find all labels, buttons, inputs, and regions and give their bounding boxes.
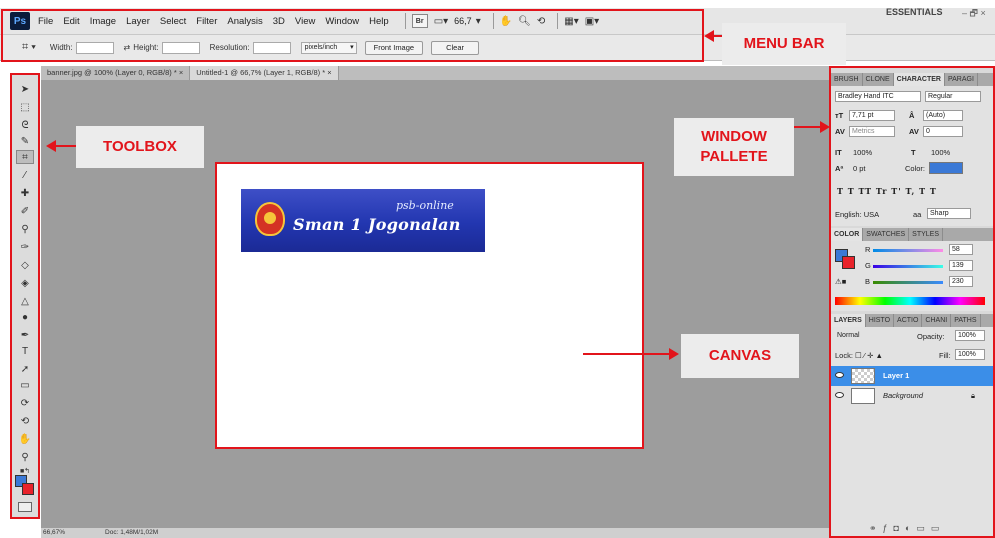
status-doc-size: Doc: 1,48M/1,02M — [105, 529, 159, 536]
menu-bar-highlight — [1, 9, 704, 62]
menu-arrow-head — [704, 30, 714, 42]
document-tabs: banner.jpg @ 100% (Layer 0, RGB/8) * × U… — [41, 66, 829, 80]
status-zoom[interactable]: 66,67% — [43, 528, 65, 538]
window-palette-label-line2: PALLETE — [700, 148, 768, 165]
canvas-highlight — [215, 162, 644, 449]
status-bar: 66,67% Doc: 1,48M/1,02M — [41, 528, 829, 538]
workspace-switcher[interactable]: ESSENTIALS — [886, 7, 943, 17]
toolbox-highlight — [10, 73, 40, 519]
palette-arrow-head — [820, 121, 830, 133]
tab-untitled[interactable]: Untitled-1 @ 66,7% (Layer 1, RGB/8) * × — [190, 66, 339, 80]
window-palette-label-line1: WINDOW — [701, 128, 767, 145]
tab-banner[interactable]: banner.jpg @ 100% (Layer 0, RGB/8) * × — [41, 66, 191, 80]
menu-bar-label: MENU BAR — [722, 23, 846, 65]
window-palette-highlight — [829, 66, 995, 538]
window-controls[interactable]: – 🗗 × — [962, 6, 986, 22]
canvas-arrow-head — [669, 348, 679, 360]
window-palette-label: WINDOW PALLETE — [674, 118, 794, 176]
toolbox-label: TOOLBOX — [76, 126, 204, 168]
photoshop-window: Ps File Edit Image Layer Select Filter A… — [0, 0, 995, 538]
canvas-label: CANVAS — [681, 334, 799, 378]
toolbox-arrow-head — [46, 140, 56, 152]
palette-arrow-line — [794, 126, 820, 128]
canvas-arrow-line — [583, 353, 669, 355]
toolbox-arrow-line — [56, 145, 78, 147]
